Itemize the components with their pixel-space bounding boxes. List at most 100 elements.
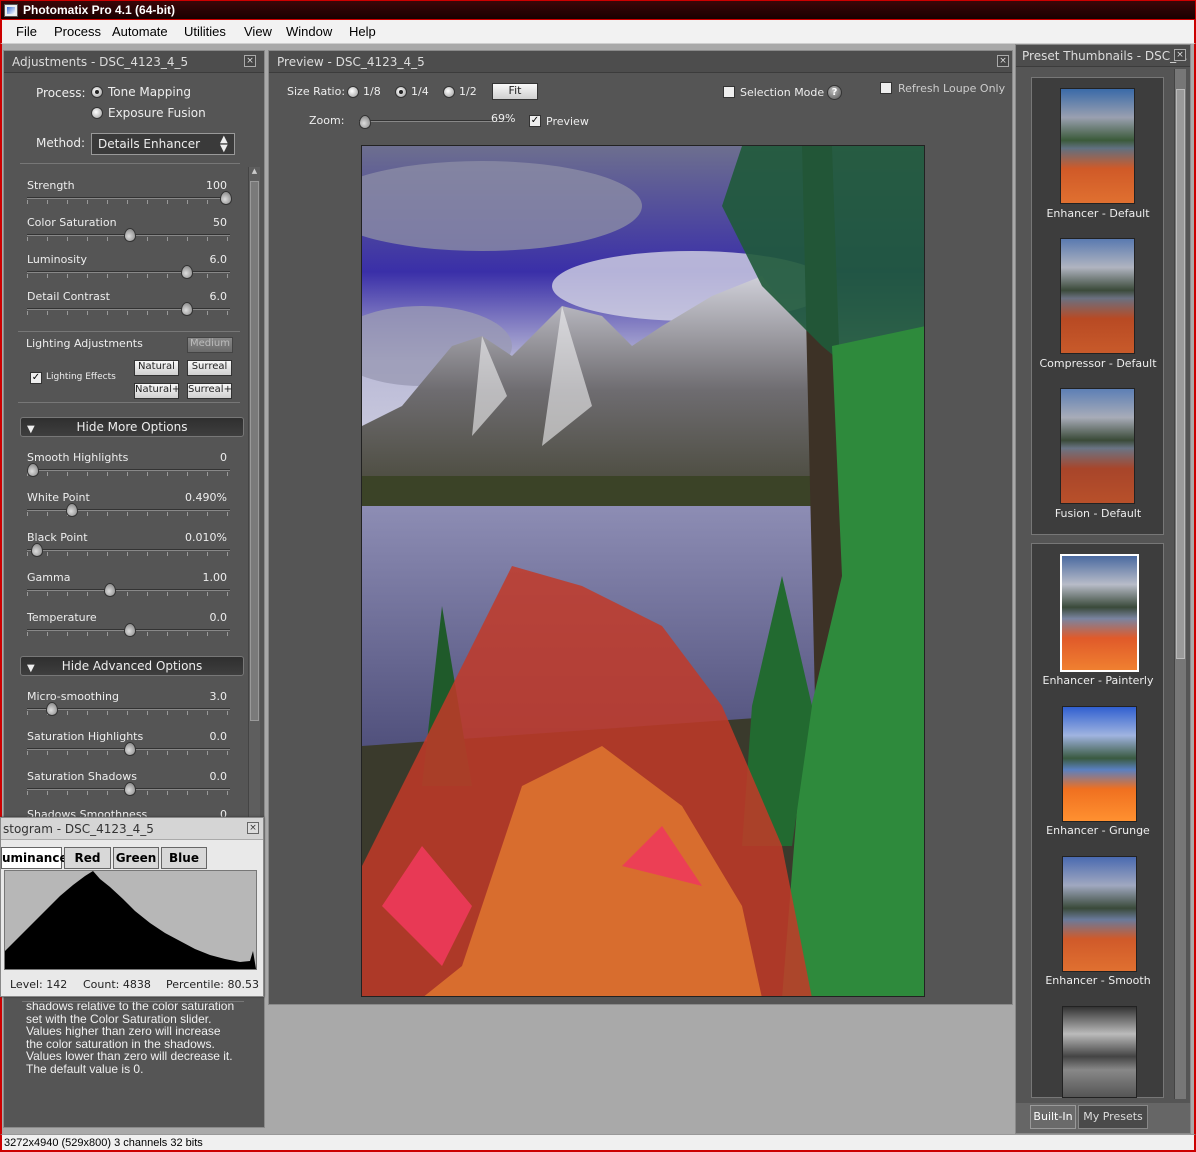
preview-title: Preview - DSC_4123_4_5 bbox=[277, 55, 425, 69]
preset-caption[interactable]: Compressor - Default bbox=[1033, 357, 1163, 370]
medium-button[interactable]: Medium bbox=[187, 337, 233, 353]
tab-red[interactable]: Red bbox=[64, 847, 111, 869]
help-icon[interactable]: ? bbox=[827, 85, 842, 100]
adjustments-scrollbar[interactable]: ▲ bbox=[248, 167, 260, 817]
slider-track bbox=[27, 549, 230, 551]
tab-builtin[interactable]: Built-In bbox=[1030, 1105, 1076, 1129]
close-icon[interactable]: × bbox=[244, 55, 256, 67]
scroll-up-icon[interactable]: ▲ bbox=[250, 167, 259, 177]
preset-caption[interactable]: Fusion - Default bbox=[1033, 507, 1163, 520]
slider-knob[interactable] bbox=[123, 742, 136, 756]
size-1-4-label[interactable]: 1/4 bbox=[411, 85, 429, 98]
histogram-title: stogram - DSC_4123_4_5 bbox=[3, 822, 154, 836]
slider-knob[interactable] bbox=[181, 265, 194, 279]
refresh-loupe-checkbox[interactable] bbox=[880, 82, 892, 94]
presets-tab-strip: Built-In My Presets bbox=[1016, 1103, 1190, 1133]
close-icon[interactable]: × bbox=[247, 822, 259, 834]
fit-button[interactable]: Fit bbox=[492, 83, 538, 100]
triangle-down-icon: ▼ bbox=[27, 424, 35, 435]
slider-knob[interactable] bbox=[123, 782, 136, 796]
preset-thumb-enhancer-grunge[interactable] bbox=[1062, 706, 1137, 822]
slider-track bbox=[27, 271, 230, 273]
status-text: 3272x4940 (529x800) 3 channels 32 bits bbox=[4, 1137, 203, 1149]
scroll-thumb[interactable] bbox=[1176, 89, 1185, 659]
slider-value: 0.490% bbox=[185, 491, 227, 504]
slider-knob[interactable] bbox=[123, 228, 136, 242]
preset-thumb-enhancer-default[interactable] bbox=[1060, 88, 1135, 204]
slider-knob[interactable] bbox=[104, 583, 117, 597]
method-label: Method: bbox=[36, 136, 86, 150]
menu-bar: File Process Automate Utilities View Win… bbox=[0, 20, 1196, 44]
slider-track bbox=[359, 120, 509, 122]
preset-caption[interactable]: Enhancer - Default bbox=[1033, 207, 1163, 220]
tab-blue[interactable]: Blue bbox=[161, 847, 207, 869]
preview-panel: Preview - DSC_4123_4_5 × Size Ratio: 1/8… bbox=[268, 50, 1013, 1005]
size-1-2-label[interactable]: 1/2 bbox=[459, 85, 477, 98]
preset-thumb-enhancer-painterly[interactable] bbox=[1060, 554, 1139, 672]
surreal-plus-button[interactable]: Surreal+ bbox=[187, 383, 232, 399]
scroll-thumb[interactable] bbox=[250, 181, 259, 721]
slider-knob[interactable] bbox=[65, 503, 78, 517]
divider bbox=[20, 163, 240, 164]
preset-thumb-enhancer-smooth[interactable] bbox=[1062, 856, 1137, 972]
slider-value: 0.010% bbox=[185, 531, 227, 544]
radio-size-1-8[interactable] bbox=[347, 86, 359, 98]
slider-knob[interactable] bbox=[27, 463, 39, 477]
refresh-loupe-label[interactable]: Refresh Loupe Only bbox=[898, 82, 1005, 95]
preset-caption[interactable]: Enhancer - Grunge bbox=[1033, 824, 1163, 837]
menu-help[interactable]: Help bbox=[349, 24, 376, 39]
lighting-effects-label: Lighting Effects bbox=[46, 372, 116, 382]
adjustments-title: Adjustments - DSC_4123_4_5 bbox=[12, 55, 189, 69]
selection-mode-checkbox[interactable] bbox=[723, 86, 735, 98]
slider-knob[interactable] bbox=[123, 623, 136, 637]
slider-knob[interactable] bbox=[359, 115, 371, 129]
size-1-8-label[interactable]: 1/8 bbox=[363, 85, 381, 98]
lighting-effects-checkbox[interactable]: ✓ bbox=[30, 372, 42, 384]
histogram-count: Count: 4838 bbox=[83, 978, 151, 991]
zoom-slider[interactable] bbox=[359, 115, 509, 129]
preset-thumb-fusion-default[interactable] bbox=[1060, 388, 1135, 504]
hide-more-options-button[interactable]: ▼ Hide More Options bbox=[20, 417, 244, 437]
natural-plus-button[interactable]: Natural+ bbox=[134, 383, 180, 399]
surreal-button[interactable]: Surreal bbox=[187, 360, 232, 376]
presets-scrollbar[interactable] bbox=[1174, 69, 1186, 1099]
tab-green[interactable]: Green bbox=[113, 847, 159, 869]
menu-process[interactable]: Process bbox=[54, 24, 101, 39]
menu-view[interactable]: View bbox=[244, 24, 272, 39]
preview-checkbox[interactable]: ✓ bbox=[529, 115, 541, 127]
preset-caption[interactable]: Enhancer - Painterly bbox=[1033, 674, 1163, 687]
method-value: Details Enhancer bbox=[98, 137, 201, 151]
menu-window[interactable]: Window bbox=[286, 24, 332, 39]
slider-knob[interactable] bbox=[181, 302, 194, 316]
radio-tone-mapping[interactable] bbox=[91, 86, 103, 98]
slider-knob[interactable] bbox=[30, 543, 43, 557]
preview-image[interactable] bbox=[361, 145, 925, 997]
updown-icon: ▲ ▼ bbox=[220, 134, 228, 154]
close-icon[interactable]: × bbox=[997, 55, 1009, 67]
method-select[interactable]: Details Enhancer ▲ ▼ bbox=[91, 133, 235, 155]
tab-my-presets[interactable]: My Presets bbox=[1078, 1105, 1148, 1129]
slider-knob[interactable] bbox=[220, 191, 232, 205]
slider-label: Smooth Highlights bbox=[27, 451, 129, 464]
radio-size-1-4[interactable] bbox=[395, 86, 407, 98]
close-icon[interactable]: × bbox=[1174, 49, 1186, 61]
preview-label[interactable]: Preview bbox=[546, 115, 589, 128]
app-icon bbox=[4, 4, 18, 17]
exposure-fusion-label[interactable]: Exposure Fusion bbox=[108, 106, 206, 120]
preset-thumb-bw[interactable] bbox=[1062, 1006, 1137, 1098]
hide-advanced-options-button[interactable]: ▼ Hide Advanced Options bbox=[20, 656, 244, 676]
selection-mode-label[interactable]: Selection Mode bbox=[740, 86, 824, 99]
slider-knob[interactable] bbox=[46, 702, 59, 716]
menu-utilities[interactable]: Utilities bbox=[184, 24, 226, 39]
tone-mapping-label[interactable]: Tone Mapping bbox=[108, 85, 191, 99]
natural-button[interactable]: Natural bbox=[134, 360, 179, 376]
slider-label: Saturation Shadows bbox=[27, 770, 137, 783]
radio-size-1-2[interactable] bbox=[443, 86, 455, 98]
radio-exposure-fusion[interactable] bbox=[91, 107, 103, 119]
advanced-options-label: Hide Advanced Options bbox=[61, 659, 203, 673]
tab-luminance[interactable]: uminance bbox=[1, 847, 68, 869]
menu-automate[interactable]: Automate bbox=[112, 24, 168, 39]
menu-file[interactable]: File bbox=[16, 24, 37, 39]
preset-caption[interactable]: Enhancer - Smooth bbox=[1033, 974, 1163, 987]
preset-thumb-compressor-default[interactable] bbox=[1060, 238, 1135, 354]
